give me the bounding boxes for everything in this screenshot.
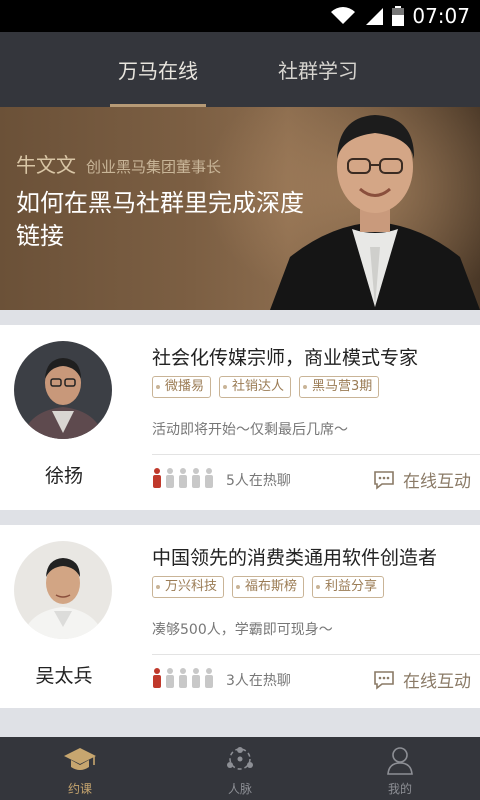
divider <box>152 454 480 455</box>
bottom-nav-courses[interactable]: 约课 <box>0 737 160 800</box>
top-tab-bar: 万马在线 社群学习 <box>0 32 480 107</box>
speaker-name: 牛文文 <box>16 153 76 177</box>
tag: 黑马营3期 <box>299 376 380 398</box>
course-title: 中国领先的消费类通用软件创造者 <box>152 547 438 569</box>
tag: 微播易 <box>152 376 212 398</box>
chat-bubble-icon <box>374 670 394 690</box>
status-bar: 07:07 <box>0 0 480 32</box>
person-active-icon <box>153 668 161 688</box>
person-inactive-icon <box>179 468 187 488</box>
tag: 利益分享 <box>312 576 385 598</box>
course-status: 活动即将开始～仅剩最后几席～ <box>152 422 348 438</box>
status-icons: 07:07 <box>330 0 470 32</box>
course-card[interactable]: 吴太兵 中国领先的消费类通用软件创造者 万兴科技 福布斯榜 利益分享 凑够500… <box>0 525 480 708</box>
person-inactive-icon <box>192 668 200 688</box>
course-status: 凑够500人，学霸即可现身～ <box>152 622 333 638</box>
mentor-name: 徐扬 <box>44 465 83 487</box>
interact-label: 在线互动 <box>403 472 471 492</box>
bottom-nav-network[interactable]: 人脉 <box>160 737 320 800</box>
mentor-name: 吴太兵 <box>35 665 93 687</box>
tag-list: 微播易 社销达人 黑马营3期 <box>152 376 380 398</box>
user-icon <box>387 747 413 775</box>
battery-icon <box>392 6 405 26</box>
bottom-nav-me[interactable]: 我的 <box>320 737 480 800</box>
tag: 福布斯榜 <box>232 576 305 598</box>
wifi-icon <box>331 7 356 24</box>
participants-indicator <box>152 468 214 488</box>
person-inactive-icon <box>205 668 213 688</box>
person-inactive-icon <box>205 468 213 488</box>
tag: 万兴科技 <box>152 576 225 598</box>
mentor-avatar <box>14 341 112 439</box>
banner-headline: 如何在黑马社群里完成深度链接 <box>16 189 304 250</box>
divider <box>152 654 480 655</box>
graduation-cap-icon <box>64 748 96 770</box>
person-inactive-icon <box>166 668 174 688</box>
person-active-icon <box>153 468 161 488</box>
bottom-nav-label: 约课 <box>67 782 92 796</box>
bottom-nav-label: 我的 <box>387 782 412 796</box>
banner-speaker: 牛文文 创业黑马集团董事长 <box>16 149 221 178</box>
interact-label: 在线互动 <box>403 672 471 692</box>
course-card[interactable]: 徐扬 社会化传媒宗师，商业模式专家 微播易 社销达人 黑马营3期 活动即将开始～… <box>0 325 480 510</box>
speaker-role: 创业黑马集团董事长 <box>86 158 222 176</box>
online-interact-button[interactable]: 在线互动 <box>373 667 471 692</box>
bottom-nav-label: 人脉 <box>227 782 252 796</box>
chat-count: 3人在热聊 <box>226 673 291 689</box>
signal-icon <box>366 8 384 25</box>
chat-count: 5人在热聊 <box>226 473 291 489</box>
person-inactive-icon <box>179 668 187 688</box>
chat-bubble-icon <box>374 470 394 490</box>
tag: 社销达人 <box>219 376 292 398</box>
bottom-nav: 约课 人脉 我的 <box>0 737 480 800</box>
participants-indicator <box>152 668 214 688</box>
featured-banner[interactable]: 牛文文 创业黑马集团董事长 如何在黑马社群里完成深度链接 <box>0 107 480 310</box>
tab-community[interactable]: 社群学习 <box>270 32 366 107</box>
online-interact-button[interactable]: 在线互动 <box>373 467 471 492</box>
tab-online[interactable]: 万马在线 <box>110 32 206 107</box>
course-title: 社会化传媒宗师，商业模式专家 <box>152 347 419 369</box>
mentor-avatar <box>14 541 112 639</box>
person-inactive-icon <box>166 468 174 488</box>
network-icon <box>227 747 253 770</box>
clock: 07:07 <box>412 4 470 28</box>
tag-list: 万兴科技 福布斯榜 利益分享 <box>152 576 385 598</box>
person-inactive-icon <box>192 468 200 488</box>
